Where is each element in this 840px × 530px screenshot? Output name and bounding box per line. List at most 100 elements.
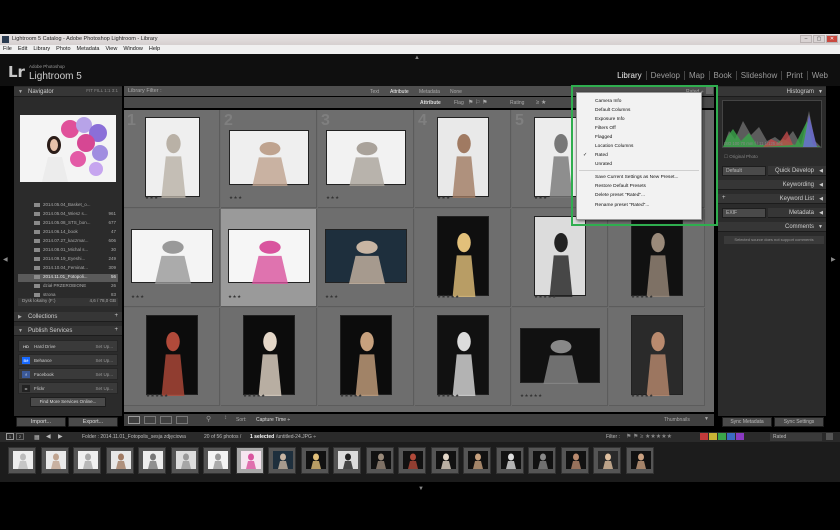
filmstrip-thumbnail[interactable] — [73, 447, 101, 474]
rating-stars[interactable]: ★★★ — [145, 195, 159, 201]
grid-cell[interactable]: ★★★★★ — [512, 308, 608, 406]
grid-cell[interactable]: 3 ★★★ — [318, 110, 414, 208]
original-photo-checkbox[interactable]: ☐ Original Photo — [724, 154, 758, 160]
photo-thumbnail[interactable] — [534, 216, 586, 297]
rating-stars[interactable]: ★★★★★ — [631, 393, 654, 399]
publish-service-item[interactable]: f Facebook Set Up... — [18, 368, 118, 380]
module-develop[interactable]: Develop — [645, 71, 684, 80]
photo-thumbnail[interactable] — [145, 117, 200, 198]
photo-thumbnail[interactable] — [437, 315, 489, 396]
painter-icon[interactable]: ⚲ — [206, 415, 211, 423]
filmstrip-thumbnail[interactable] — [203, 447, 231, 474]
filter-stars[interactable]: ⚑ ⚑ ≥ ★★★★★ — [626, 433, 672, 440]
folder-item[interactable]: 2014.11.01_Fotopoli... 56 — [18, 274, 118, 282]
photo-thumbnail[interactable] — [340, 315, 392, 396]
service-setup[interactable]: Set Up... — [95, 386, 113, 391]
color-label-red[interactable] — [700, 433, 708, 440]
rating-filter-stars[interactable]: ≥ ★ — [536, 99, 546, 106]
maximize-button[interactable]: ▢ — [813, 35, 825, 43]
rating-stars[interactable]: ★★★★★ — [437, 294, 460, 300]
photo-thumbnail[interactable] — [437, 216, 489, 297]
saved-preset-select[interactable]: Default — [722, 166, 766, 176]
right-panel-toggle-icon[interactable]: ▶ — [831, 256, 836, 263]
keyword-list-header[interactable]: + Keyword List ◀ — [718, 194, 826, 204]
filmstrip-thumbnail[interactable] — [365, 447, 394, 474]
rating-stars[interactable]: ★★★ — [534, 195, 548, 201]
forward-arrow-icon[interactable]: ▶ — [58, 433, 63, 440]
menu-edit[interactable]: Edit — [18, 46, 27, 54]
module-slideshow[interactable]: Slideshow — [735, 71, 781, 80]
photo-thumbnail[interactable] — [325, 229, 407, 284]
publish-service-item[interactable]: Bē Behance Set Up... — [18, 354, 118, 366]
color-label-purple[interactable] — [736, 433, 744, 440]
folder-item[interactable]: 2014.09.19_Eyeshi... 249 — [18, 256, 118, 264]
add-collection-icon[interactable]: + — [114, 313, 118, 319]
rating-stars[interactable]: ★★★ — [437, 195, 451, 201]
filmstrip-thumbnail[interactable] — [8, 447, 36, 474]
filmstrip-thumbnail[interactable] — [170, 447, 199, 474]
rating-stars[interactable]: ★★★★★ — [146, 393, 169, 399]
photo-thumbnail[interactable] — [631, 315, 683, 396]
import-button[interactable]: Import... — [16, 417, 66, 427]
color-label-yellow[interactable] — [709, 433, 717, 440]
filmstrip-thumbnail[interactable] — [560, 447, 589, 474]
grid-cell[interactable]: ★★★★★ — [124, 308, 220, 406]
grid-view-icon[interactable] — [128, 416, 140, 424]
quick-develop-header[interactable]: Quick Develop ◀ — [768, 166, 826, 176]
menu-metadata[interactable]: Metadata — [77, 46, 100, 54]
menu-library[interactable]: Library — [33, 46, 50, 54]
toolbar-menu-icon[interactable]: ▼ — [704, 416, 709, 422]
photo-thumbnail[interactable] — [228, 229, 310, 284]
top-panel-toggle-icon[interactable]: ▲ — [414, 55, 420, 61]
folder-item[interactable]: 2014.05.08_STS_bon... 677 — [18, 220, 118, 228]
grid-cell[interactable]: 2 ★★★ — [221, 110, 317, 208]
photo-thumbnail[interactable] — [146, 315, 198, 396]
module-library[interactable]: Library — [613, 71, 645, 80]
source-path[interactable]: Folder : 2014.11.01_Fotopolis_sesja zdję… — [82, 434, 186, 440]
filter-preset-select-bottom[interactable]: Rated — [770, 433, 822, 441]
grid-cell[interactable]: ★★★ — [221, 209, 317, 307]
rating-stars[interactable]: ★★★★★ — [340, 393, 363, 399]
filter-mode-text[interactable]: Text — [370, 89, 379, 95]
rating-stars[interactable]: ★★★★★ — [437, 393, 460, 399]
grid-cell[interactable]: ★★★★★ — [415, 209, 511, 307]
rating-stars[interactable]: ★★★ — [326, 195, 340, 201]
menu-file[interactable]: File — [3, 46, 12, 54]
grid-cell[interactable]: ★★★ — [318, 209, 414, 307]
filter-mode-none[interactable]: None — [450, 89, 462, 95]
filmstrip-thumbnail[interactable] — [430, 447, 459, 474]
minimize-button[interactable]: – — [800, 35, 812, 43]
bottom-panel-toggle-icon[interactable]: ▼ — [418, 486, 424, 492]
menu-view[interactable]: View — [105, 46, 117, 54]
metadata-preset-select[interactable]: EXIF — [722, 208, 766, 218]
page-2-icon[interactable]: 2 — [16, 433, 24, 440]
grid-cell[interactable]: ★★★★★ — [609, 308, 705, 406]
close-button[interactable]: ✕ — [826, 35, 838, 43]
grid-cell[interactable]: 4 ★★★ — [415, 110, 511, 208]
survey-view-icon[interactable] — [176, 416, 188, 424]
folder-item[interactable]: 2014.05.04_Wiesz s... 961 — [18, 211, 118, 219]
grid-small-icon[interactable]: ▦ — [34, 434, 40, 441]
grid-cell[interactable]: ★★★★★ — [415, 308, 511, 406]
photo-thumbnail[interactable] — [243, 315, 295, 396]
rating-stars[interactable]: ★★★★★ — [520, 393, 543, 399]
loupe-view-icon[interactable] — [144, 416, 156, 424]
photo-thumbnail[interactable] — [631, 216, 683, 297]
module-web[interactable]: Web — [806, 71, 832, 80]
sort-direction-icon[interactable]: ↕ — [224, 415, 227, 421]
rating-stars[interactable]: ★★★★★ — [243, 393, 266, 399]
rating-stars[interactable]: ★★★★★ — [631, 294, 654, 300]
sync-metadata-button[interactable]: Sync Metadata — [722, 417, 772, 427]
grid-cell[interactable]: ★★★ — [124, 209, 220, 307]
export-button[interactable]: Export... — [68, 417, 118, 427]
folder-item[interactable]: 2014.08.01_Michal s... 30 — [18, 247, 118, 255]
filmstrip-thumbnail[interactable] — [463, 447, 491, 474]
page-1-icon[interactable]: 1 — [6, 433, 14, 440]
filmstrip-thumbnail[interactable] — [40, 447, 69, 474]
rating-stars[interactable]: ★★★ — [228, 294, 242, 300]
rating-stars[interactable]: ★★★ — [229, 195, 243, 201]
rating-stars[interactable]: ★★★ — [325, 294, 339, 300]
navigator-preview[interactable] — [20, 115, 116, 182]
collections-header[interactable]: ▶ Collections + — [14, 312, 122, 322]
volume-row[interactable]: Dysk lokalny (F:) 4,6 / 78,0 GB — [18, 298, 118, 306]
